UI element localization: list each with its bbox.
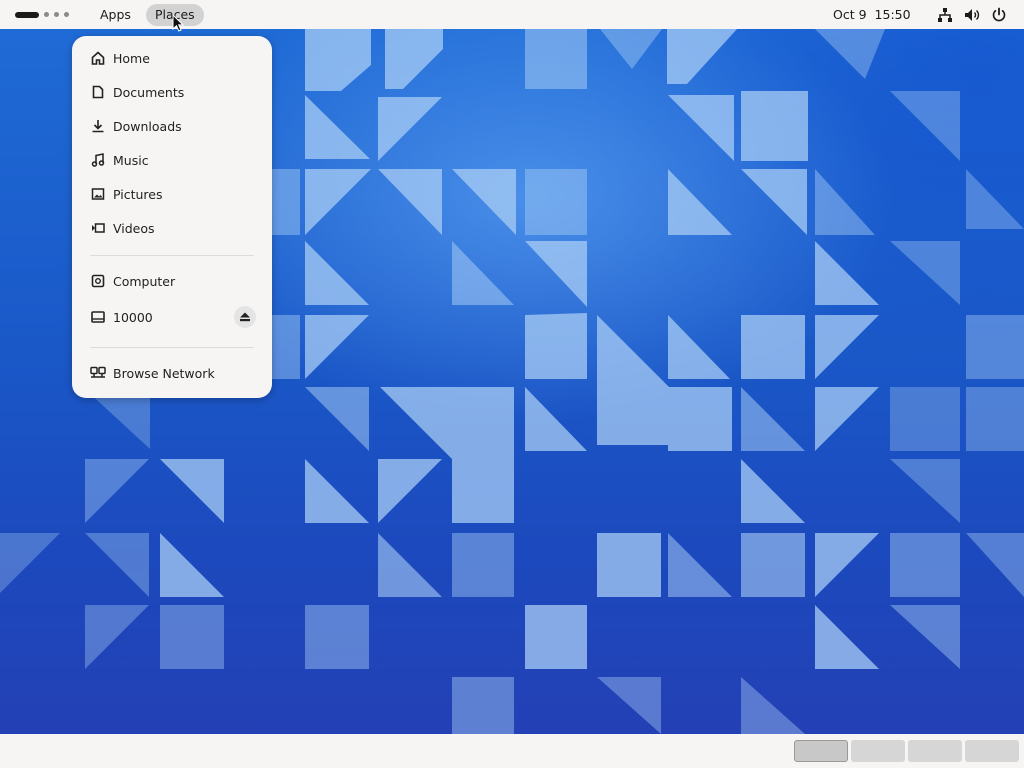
- places-item-browse-network[interactable]: Browse Network: [90, 361, 256, 385]
- active-workspace-pill[interactable]: [15, 11, 39, 18]
- places-item-label: Music: [113, 152, 149, 168]
- music-icon: [90, 152, 106, 168]
- video-icon: [90, 220, 106, 236]
- volume-icon[interactable]: [964, 7, 980, 23]
- places-item-label: Home: [113, 50, 150, 66]
- workspace-dot[interactable]: [54, 12, 59, 17]
- clock[interactable]: Oct 9 15:50: [833, 0, 911, 29]
- places-item-music[interactable]: Music: [90, 148, 256, 172]
- power-icon[interactable]: [991, 7, 1007, 23]
- places-item-label: Computer: [113, 273, 176, 289]
- places-item-drive[interactable]: 10000: [90, 305, 256, 329]
- clock-date: Oct 9: [833, 7, 867, 22]
- eject-button[interactable]: [234, 306, 256, 328]
- computer-icon: [90, 273, 106, 289]
- top-bar: Apps Places Oct 9 15:50: [0, 0, 1024, 29]
- places-menu: Home Documents Downloads Music Pictures …: [72, 36, 272, 398]
- clock-time: 15:50: [874, 7, 911, 22]
- places-item-home[interactable]: Home: [90, 46, 256, 70]
- bottom-bar: [0, 734, 1024, 768]
- apps-button[interactable]: Apps: [91, 4, 140, 26]
- mouse-pointer-icon: [172, 13, 185, 36]
- places-item-downloads[interactable]: Downloads: [90, 114, 256, 138]
- places-item-videos[interactable]: Videos: [90, 216, 256, 240]
- network-icon[interactable]: [937, 7, 953, 23]
- system-status-area[interactable]: [937, 0, 1007, 29]
- workspace-dot[interactable]: [64, 12, 69, 17]
- places-item-label: Videos: [113, 220, 155, 236]
- places-item-label: Pictures: [113, 186, 163, 202]
- places-item-label: 10000: [113, 309, 153, 325]
- workspace-indicator[interactable]: [15, 11, 69, 18]
- home-icon: [90, 50, 106, 66]
- places-item-computer[interactable]: Computer: [90, 269, 256, 293]
- picture-icon: [90, 186, 106, 202]
- places-item-label: Browse Network: [113, 365, 215, 381]
- workspace-thumbnail-1[interactable]: [794, 740, 848, 762]
- workspace-thumbnail-3[interactable]: [908, 740, 962, 762]
- download-icon: [90, 118, 106, 134]
- workspace-thumbnail-4[interactable]: [965, 740, 1019, 762]
- eject-icon: [240, 312, 250, 322]
- workspace-dot[interactable]: [44, 12, 49, 17]
- menu-separator: [90, 255, 254, 256]
- menu-separator: [90, 347, 254, 348]
- document-icon: [90, 84, 106, 100]
- places-item-label: Documents: [113, 84, 185, 100]
- workspace-thumbnail-2[interactable]: [851, 740, 905, 762]
- network-browse-icon: [90, 365, 106, 381]
- drive-icon: [90, 309, 106, 325]
- places-item-pictures[interactable]: Pictures: [90, 182, 256, 206]
- places-item-documents[interactable]: Documents: [90, 80, 256, 104]
- places-item-label: Downloads: [113, 118, 182, 134]
